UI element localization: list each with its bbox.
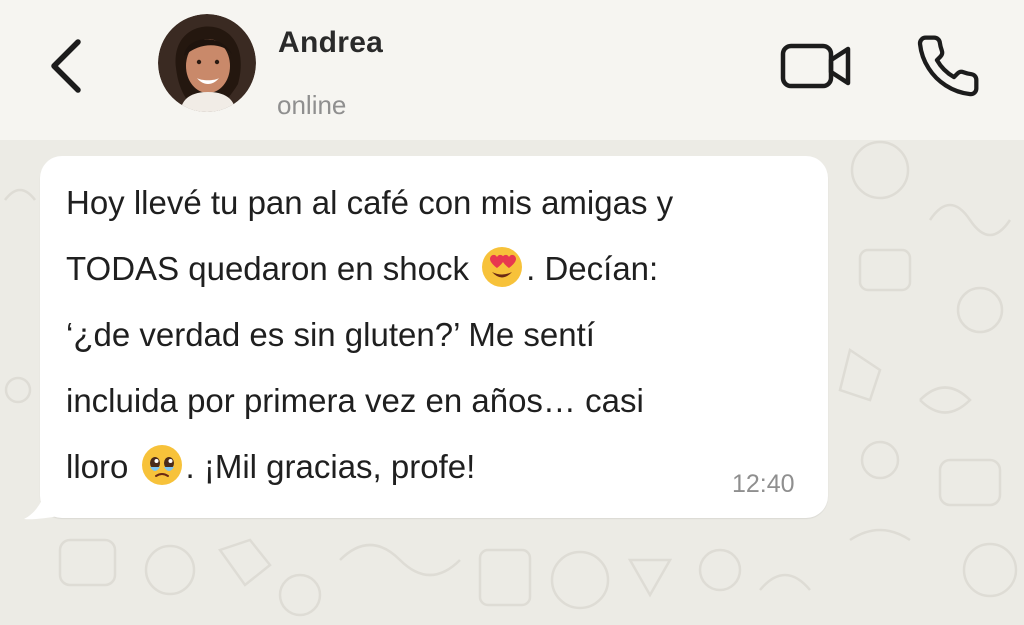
voice-call-button[interactable] (914, 32, 982, 100)
back-button[interactable] (36, 34, 100, 98)
avatar[interactable] (158, 14, 256, 112)
chat-header: Andrea online (0, 0, 1024, 140)
phone-icon (917, 35, 979, 97)
avatar-image (158, 14, 256, 112)
message-time: 12:40 (732, 470, 795, 498)
message-line: Hoy llevé tu pan al café con mis amigas … (66, 184, 674, 221)
contact-status: online (277, 90, 347, 120)
bubble-tail (24, 486, 58, 520)
message-line: TODAS quedaron en shock . Decían: (66, 236, 806, 302)
message-text: Hoy llevé tu pan al café con mis amigas … (66, 170, 806, 500)
pleading-face-emoji (141, 445, 182, 485)
message-line: incluida por primera vez en años… casi (66, 382, 644, 419)
message-line: ‘¿de verdad es sin gluten?’ Me sentí (66, 316, 595, 353)
chevron-left-icon (51, 39, 81, 93)
heart-eyes-emoji (482, 247, 523, 287)
message-segment: lloro (66, 448, 129, 485)
message-segment: . ¡Mil gracias, profe! (185, 448, 476, 485)
video-camera-icon (780, 43, 851, 89)
message-line: lloro . ¡Mil gracias, profe! (66, 434, 806, 500)
chat-area[interactable]: Hoy llevé tu pan al café con mis amigas … (0, 140, 1024, 625)
message-segment: TODAS quedaron en shock (66, 250, 469, 287)
message-segment: . Decían: (526, 250, 659, 287)
video-call-button[interactable] (778, 38, 854, 94)
contact-name[interactable]: Andrea (278, 26, 383, 60)
